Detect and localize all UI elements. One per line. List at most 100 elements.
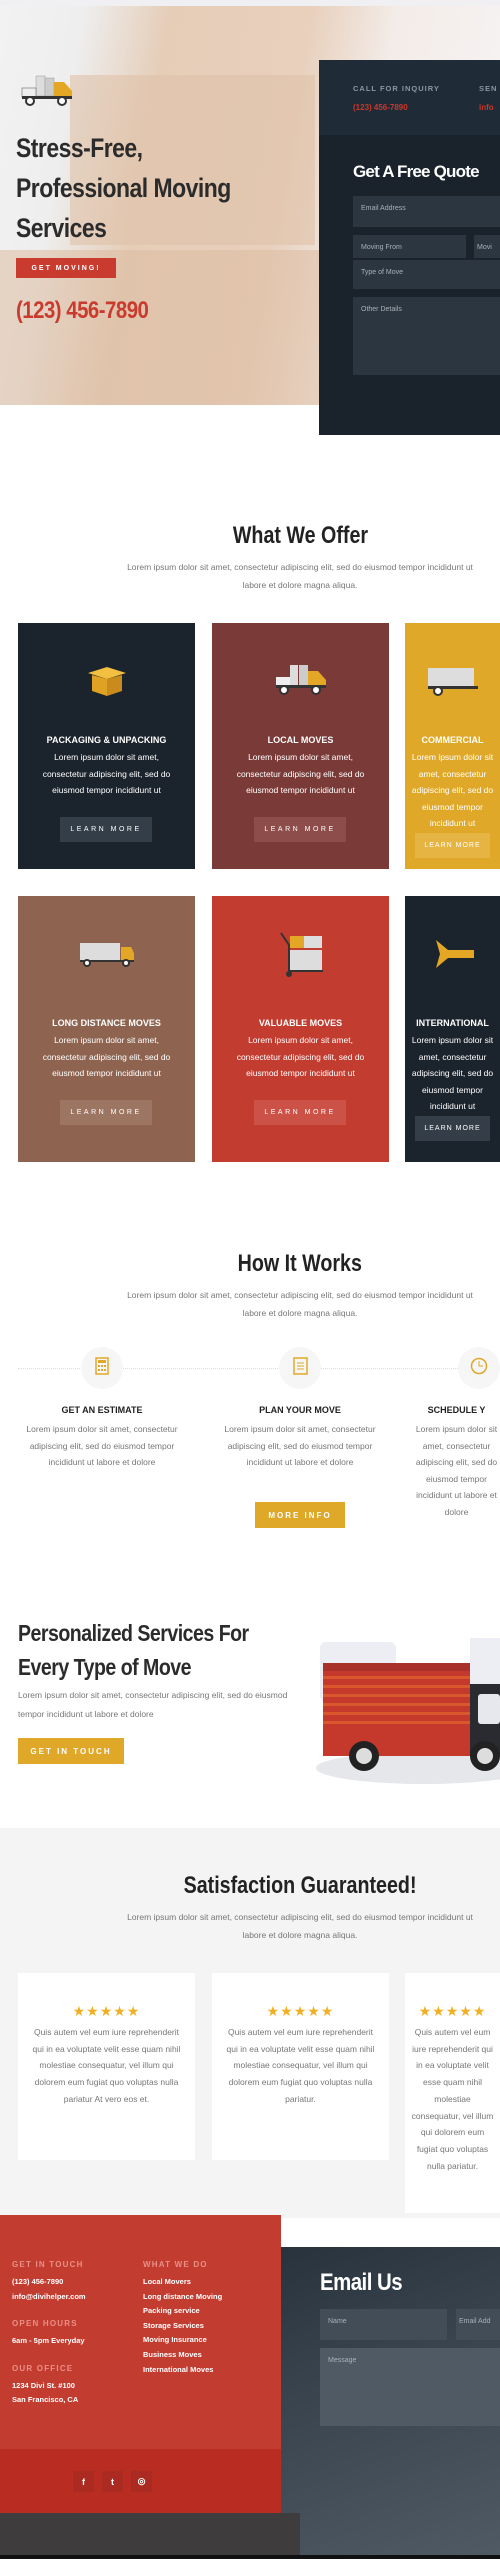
twitter-icon[interactable]: t bbox=[102, 2471, 123, 2492]
personal-title: Personalized Services For Every Type of … bbox=[18, 1616, 299, 1684]
step-text: Lorem ipsum dolor sit amet, consectetur … bbox=[415, 1424, 498, 1517]
more-info-button[interactable]: MORE INFO bbox=[255, 1502, 345, 1528]
footer-link[interactable]: Packing service bbox=[143, 2304, 273, 2319]
offer-title-text: What We Offer bbox=[232, 522, 368, 549]
clock-icon bbox=[470, 1357, 488, 1380]
service-card: PACKAGING & UNPACKING Lorem ipsum dolor s… bbox=[18, 623, 195, 869]
testimonial-card: ★★★★★ Quis autem vel eum iure reprehender… bbox=[18, 1973, 195, 2160]
star-icon: ★ bbox=[418, 2003, 433, 2019]
social-links: f t ◎ bbox=[73, 2471, 153, 2492]
van-icon bbox=[405, 658, 500, 703]
learn-more-button[interactable]: LEARN MORE bbox=[60, 817, 152, 842]
email-field[interactable]: Email Address bbox=[353, 196, 500, 227]
open-hours-label: OPEN HOURS bbox=[12, 2319, 78, 2328]
star-icon: ★ bbox=[320, 2003, 335, 2019]
service-card: COMMERCIAL Lorem ipsum dolor sit amet, co… bbox=[405, 623, 500, 869]
testimonial-text: Quis autem vel eum iure reprehenderit qu… bbox=[226, 2027, 375, 2104]
step-item: PLAN YOUR MOVE Lorem ipsum dolor sit amet… bbox=[215, 1405, 385, 1471]
personal-text: Lorem ipsum dolor sit amet, consectetur … bbox=[18, 1690, 288, 1719]
send-label: SEN bbox=[479, 84, 498, 93]
get-moving-button[interactable]: GET MOVING! bbox=[16, 258, 116, 278]
hero-phone[interactable]: (123) 456-7890 bbox=[16, 297, 149, 325]
service-card-title: VALUABLE MOVES bbox=[258, 1018, 343, 1028]
footer-link[interactable]: Moving Insurance bbox=[143, 2333, 273, 2348]
email-us-title: Email Us bbox=[320, 2269, 403, 2296]
step-icon-circle bbox=[458, 1347, 500, 1389]
step-title: GET AN ESTIMATE bbox=[61, 1405, 143, 1415]
service-card: LONG DISTANCE MOVES Lorem ipsum dolor sit… bbox=[18, 896, 195, 1162]
page-bottom-bar bbox=[0, 2555, 500, 2559]
step-icon-circle bbox=[81, 1347, 123, 1389]
step-text: Lorem ipsum dolor sit amet, consectetur … bbox=[26, 1424, 178, 1467]
service-card-text: Lorem ipsum dolor sit amet, consectetur … bbox=[42, 1035, 171, 1078]
personal-title-line: Every Type of Move bbox=[18, 1654, 191, 1680]
offer-title: What We Offer bbox=[100, 522, 500, 550]
footer-info-panel: GET IN TOUCH (123) 456-7890 info@divihel… bbox=[0, 2215, 281, 2513]
message-field[interactable]: Message bbox=[320, 2348, 500, 2426]
hero-title-line: Professional Moving bbox=[16, 173, 231, 203]
how-title: How It Works bbox=[100, 1250, 500, 1278]
hero-title: Stress-Free, Professional Moving Service… bbox=[16, 128, 297, 248]
moving-truck-icon bbox=[212, 658, 389, 703]
footer-phone[interactable]: (123) 456-7890 bbox=[12, 2275, 63, 2290]
quote-title: Get A Free Quote bbox=[353, 162, 480, 181]
testimonial-card: ★★★★★ Quis autem vel eum iure reprehender… bbox=[405, 1973, 500, 2213]
quote-panel: CALL FOR INQUIRY (123) 456-7890 SEN info… bbox=[319, 60, 500, 435]
star-icon: ★ bbox=[445, 2003, 460, 2019]
calculator-icon bbox=[95, 1356, 109, 1380]
star-rating: ★★★★★ bbox=[405, 2003, 500, 2020]
service-card-title: COMMERCIAL bbox=[421, 735, 484, 745]
email-field-footer[interactable]: Email Add bbox=[456, 2309, 500, 2340]
get-in-touch-button[interactable]: GET IN TOUCH bbox=[18, 1738, 124, 1764]
learn-more-button[interactable]: LEARN MORE bbox=[254, 1100, 346, 1125]
learn-more-button[interactable]: LEARN MORE bbox=[60, 1100, 152, 1125]
office-address-2: San Francisco, CA bbox=[12, 2395, 79, 2404]
satisfaction-subtitle: Lorem ipsum dolor sit amet, consectetur … bbox=[127, 1912, 473, 1940]
star-icon: ★ bbox=[459, 2003, 473, 2019]
learn-more-button[interactable]: LEARN MORE bbox=[415, 1116, 490, 1141]
step-item: SCHEDULE Y Lorem ipsum dolor sit amet, co… bbox=[413, 1405, 500, 1520]
personal-title-line: Personalized Services For bbox=[18, 1620, 249, 1646]
star-icon: ★ bbox=[307, 2003, 321, 2019]
star-icon: ★ bbox=[72, 2003, 87, 2019]
star-icon: ★ bbox=[266, 2003, 281, 2019]
box-icon bbox=[18, 658, 195, 703]
star-icon: ★ bbox=[432, 2003, 446, 2019]
red-truck-illustration bbox=[316, 1638, 500, 1784]
service-card-title: LONG DISTANCE MOVES bbox=[52, 1018, 161, 1028]
step-icon-circle bbox=[279, 1347, 321, 1389]
get-in-touch-label: GET IN TOUCH bbox=[12, 2260, 84, 2269]
service-card: VALUABLE MOVES Lorem ipsum dolor sit amet… bbox=[212, 896, 389, 1162]
lorry-icon bbox=[18, 931, 195, 976]
name-field[interactable]: Name bbox=[320, 2309, 447, 2340]
learn-more-button[interactable]: LEARN MORE bbox=[415, 833, 490, 858]
footer-link[interactable]: International Moves bbox=[143, 2363, 273, 2378]
footer-email[interactable]: info@divihelper.com bbox=[12, 2290, 86, 2305]
office-label: OUR OFFICE bbox=[12, 2364, 74, 2373]
call-phone[interactable]: (123) 456-7890 bbox=[353, 103, 408, 112]
moving-from-field[interactable]: Moving From bbox=[353, 235, 466, 258]
star-icon: ★ bbox=[472, 2003, 487, 2019]
other-details-field[interactable]: Other Details bbox=[353, 297, 500, 375]
office-address-1: 1234 Divi St. #100 bbox=[12, 2381, 75, 2390]
service-card-text: Lorem ipsum dolor sit amet, consectetur … bbox=[411, 1035, 494, 1111]
step-title: SCHEDULE Y bbox=[427, 1405, 486, 1415]
facebook-icon[interactable]: f bbox=[73, 2471, 94, 2492]
type-of-move-field[interactable]: Type of Move bbox=[353, 260, 500, 289]
send-email[interactable]: info bbox=[479, 103, 500, 112]
footer-link[interactable]: Local Movers bbox=[143, 2275, 273, 2290]
star-icon: ★ bbox=[99, 2003, 114, 2019]
footer-links: Local Movers Long distance Moving Packing … bbox=[143, 2275, 273, 2377]
testimonial-card: ★★★★★ Quis autem vel eum iure reprehender… bbox=[212, 1973, 389, 2160]
learn-more-button[interactable]: LEARN MORE bbox=[254, 817, 346, 842]
instagram-icon[interactable]: ◎ bbox=[131, 2471, 152, 2492]
star-rating: ★★★★★ bbox=[212, 2003, 389, 2020]
satisfaction-title: Satisfaction Guaranteed! bbox=[100, 1872, 500, 1900]
star-rating: ★★★★★ bbox=[18, 2003, 195, 2020]
footer-link[interactable]: Long distance Moving bbox=[143, 2290, 273, 2305]
cart-icon bbox=[212, 931, 389, 977]
footer-link[interactable]: Storage Services bbox=[143, 2319, 273, 2334]
footer-link[interactable]: Business Moves bbox=[143, 2348, 273, 2363]
moving-to-field[interactable]: Movi bbox=[474, 235, 500, 258]
service-card-title: PACKAGING & UNPACKING bbox=[46, 735, 167, 745]
